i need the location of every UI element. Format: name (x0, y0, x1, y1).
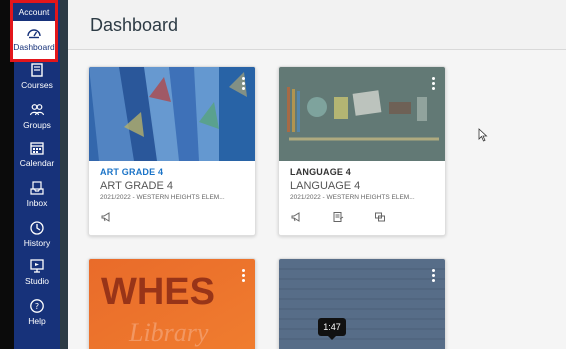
course-card-whes[interactable]: WHES Library (88, 258, 256, 349)
calendar-icon (30, 142, 44, 155)
nav-groups-label: Groups (23, 120, 51, 130)
course-card-link[interactable]: LANGUAGE 4 (290, 167, 351, 177)
nav-studio[interactable]: Studio (14, 258, 60, 296)
assignments-icon[interactable] (332, 211, 344, 223)
nav-inbox-label: Inbox (26, 198, 48, 208)
nav-groups[interactable]: Groups (14, 102, 60, 140)
card-options-icon[interactable] (241, 77, 245, 93)
nav-dashboard-label: Dashboard (13, 42, 55, 52)
announcements-icon[interactable] (100, 211, 112, 223)
page-title: Dashboard (90, 15, 179, 35)
course-card-actions (290, 211, 386, 223)
course-card-title: ART GRADE 4 (100, 180, 173, 192)
course-card-image[interactable]: WHES Library (89, 259, 255, 349)
screen-frame: Courses Groups Calendar Inbox History St… (0, 0, 566, 349)
course-card-image[interactable] (89, 67, 255, 161)
help-icon: ? (30, 299, 44, 313)
history-icon (30, 221, 44, 235)
card-options-icon[interactable] (241, 269, 245, 285)
school-supplies-image (279, 67, 445, 161)
course-card-link[interactable]: ART GRADE 4 (100, 167, 163, 177)
card-options-icon[interactable] (431, 77, 435, 93)
page-header: Dashboard (68, 0, 566, 50)
nav-help[interactable]: ? Help (14, 298, 60, 336)
course-card-term: 2021/2022 - WESTERN HEIGHTS ELEM... (100, 194, 225, 201)
studio-icon (30, 259, 44, 273)
svg-text:?: ? (35, 302, 39, 311)
groups-icon (29, 104, 45, 116)
course-card-actions (100, 211, 112, 223)
course-card-image[interactable] (279, 259, 445, 349)
nav-inbox[interactable]: Inbox (14, 180, 60, 218)
colored-pencils-image (89, 67, 255, 161)
nav-account[interactable]: Account (13, 3, 55, 21)
discussions-icon[interactable] (374, 211, 386, 223)
card-options-icon[interactable] (431, 269, 435, 285)
library-hero-text: Library (128, 318, 209, 347)
video-timestamp: 1:47 (318, 318, 346, 340)
course-card-image[interactable] (279, 67, 445, 161)
nav-account-label: Account (18, 7, 50, 17)
whes-library-image: WHES Library (89, 259, 255, 349)
course-card-language[interactable]: LANGUAGE 4 LANGUAGE 4 2021/2022 - WESTER… (278, 66, 446, 236)
dashboard-icon (27, 29, 41, 39)
nav-history[interactable]: History (14, 220, 60, 258)
whes-hero-text: WHES (101, 271, 215, 313)
nav-help-label: Help (28, 316, 46, 326)
nav-studio-label: Studio (24, 276, 50, 286)
nav-courses[interactable]: Courses (14, 62, 60, 100)
course-card-brick[interactable] (278, 258, 446, 349)
brick-wall-image (279, 259, 445, 349)
nav-courses-label: Courses (21, 80, 53, 90)
highlight-box: Account Dashboard (10, 0, 58, 62)
nav-dashboard[interactable]: Dashboard (13, 25, 55, 59)
course-card-term: 2021/2022 - WESTERN HEIGHTS ELEM... (290, 194, 415, 201)
main-content: Dashboard ART GRADE 4 ART GRADE 4 2021/2… (68, 0, 566, 349)
course-card-art[interactable]: ART GRADE 4 ART GRADE 4 2021/2022 - WEST… (88, 66, 256, 236)
courses-icon (31, 63, 43, 77)
nav-calendar[interactable]: Calendar (14, 140, 60, 178)
inbox-icon (30, 181, 44, 195)
mouse-cursor-icon (478, 128, 488, 142)
course-card-title: LANGUAGE 4 (290, 180, 361, 192)
nav-calendar-label: Calendar (19, 158, 55, 168)
nav-history-label: History (23, 238, 51, 248)
announcements-icon[interactable] (290, 211, 302, 223)
